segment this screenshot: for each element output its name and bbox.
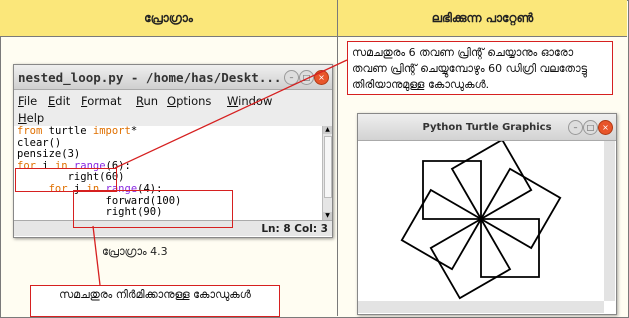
turtle-maximize-icon[interactable]: □ (583, 120, 598, 135)
connector-to-note (92, 225, 101, 286)
turtle-square (450, 141, 533, 220)
turtle-title: Python Turtle Graphics (422, 121, 552, 133)
turtle-canvas (400, 141, 562, 300)
turtle-window: Python Turtle Graphics – □ × (357, 113, 617, 315)
turtle-minimize-icon[interactable]: – (568, 120, 583, 135)
turtle-square (429, 218, 512, 300)
turtle-square (480, 167, 562, 250)
turtle-vscrollbar[interactable] (604, 141, 615, 301)
description-box: സമചതുരം 6 തവണ പ്രിന്റ് ചെയ്യാനും ഓരോ തവണ… (347, 41, 613, 95)
connector-to-description (114, 59, 348, 169)
program-caption: പ്രോഗ്രാം 4.3 (102, 245, 168, 258)
turtle-square (400, 188, 482, 271)
turtle-close-icon[interactable]: × (598, 120, 613, 135)
note-box: സമചതുരം നിർമിക്കാനുള്ള കോഡുകൾ (30, 285, 280, 317)
turtle-hscrollbar[interactable] (358, 301, 604, 313)
